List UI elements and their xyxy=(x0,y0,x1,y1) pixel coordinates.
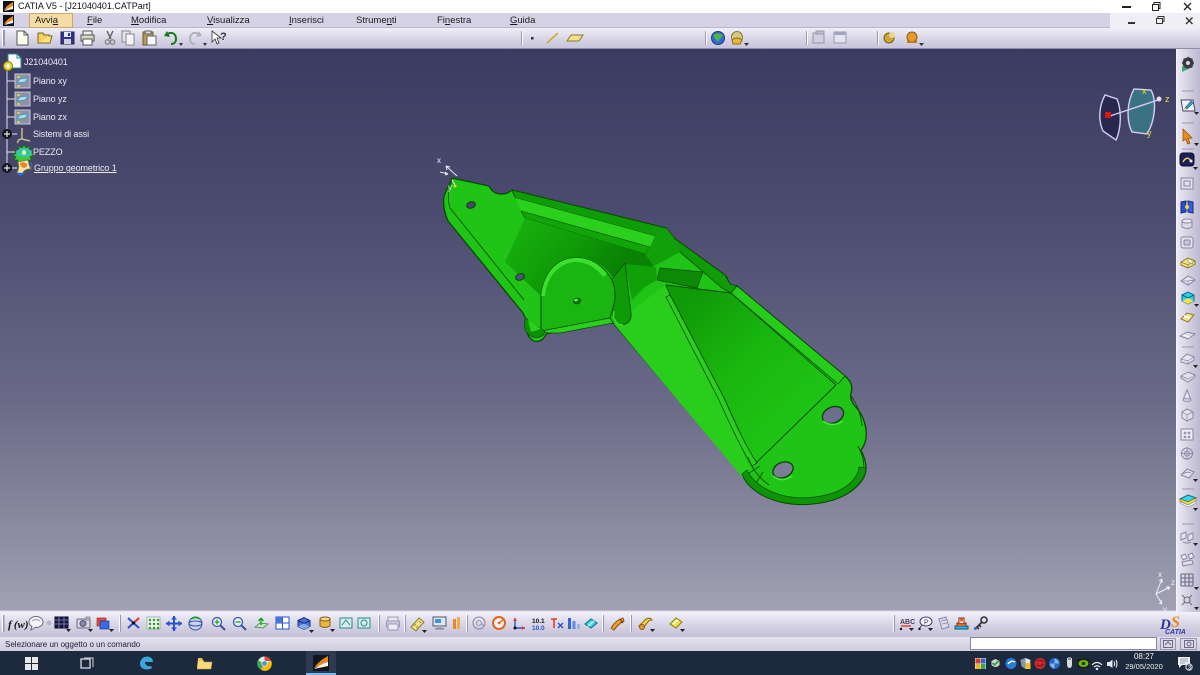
svg-text:CATIA: CATIA xyxy=(1165,629,1186,636)
svg-text:3: 3 xyxy=(1188,664,1192,671)
svg-text:P: P xyxy=(924,620,929,627)
svg-text:?: ? xyxy=(220,31,227,43)
svg-text:ABC: ABC xyxy=(900,619,915,626)
svg-text:f (w): f (w) xyxy=(8,619,29,631)
svg-text:10.0: 10.0 xyxy=(532,625,545,632)
svg-text:10.1: 10.1 xyxy=(532,618,545,625)
